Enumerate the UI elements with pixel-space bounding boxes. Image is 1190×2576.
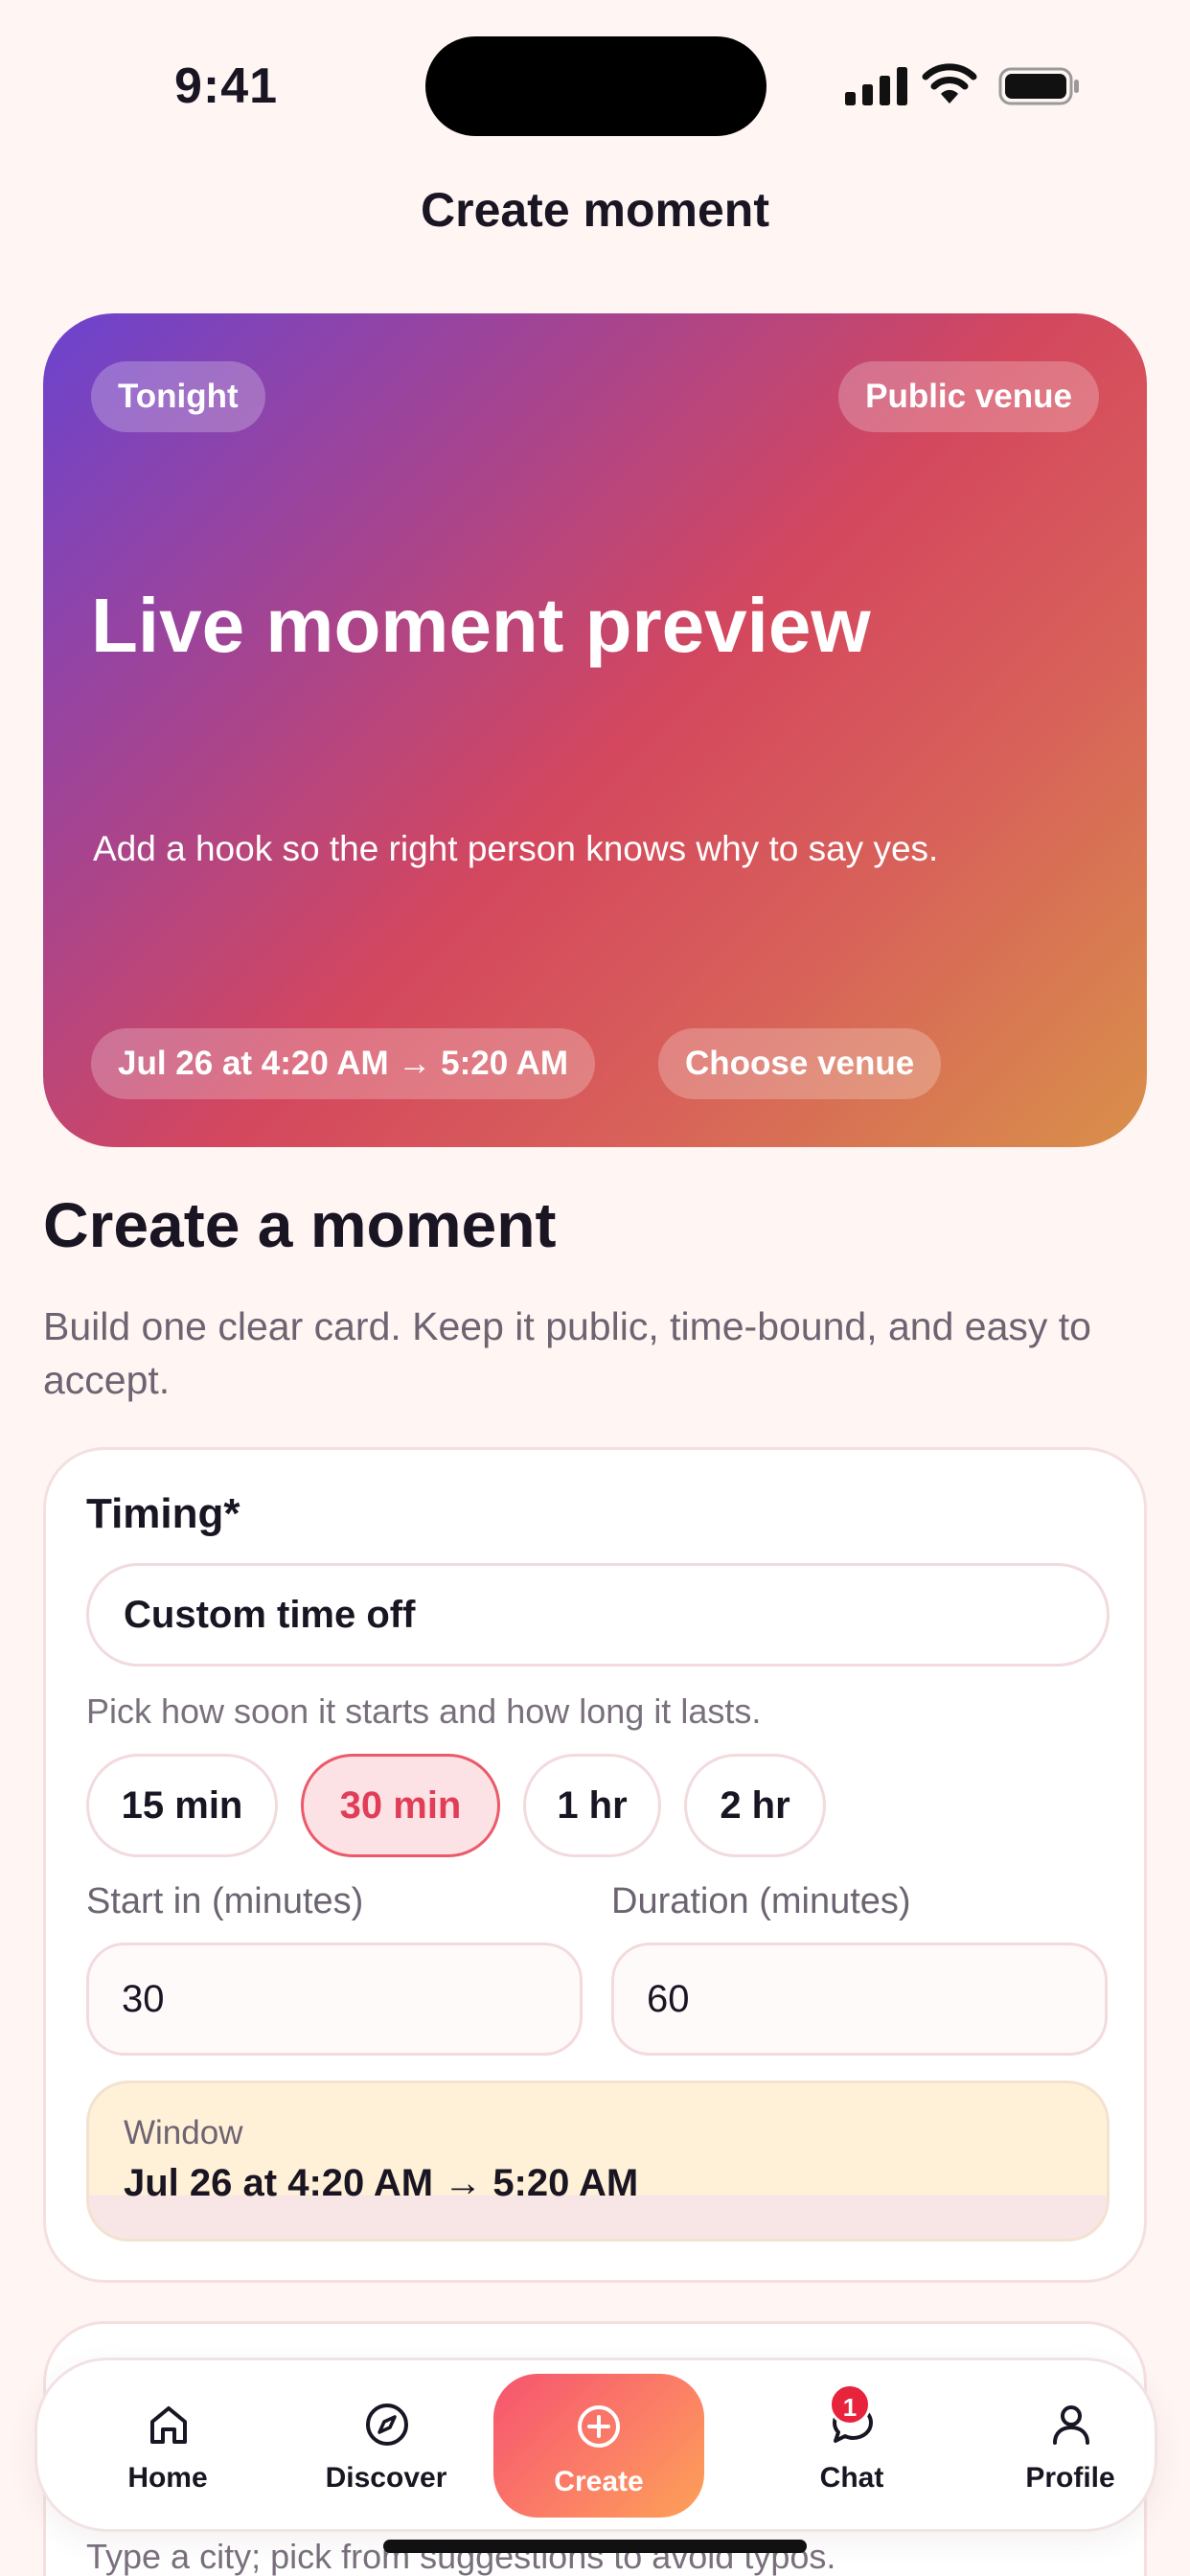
tab-profile-label: Profile [1025,2462,1115,2494]
window-label: Window [124,2114,243,2151]
timing-label: Timing* [86,1490,240,1537]
tab-home-label: Home [127,2462,208,2494]
preset-30-min-button[interactable]: 30 min [301,1754,500,1857]
compass-icon [366,2404,408,2446]
screen: 9:41 Create moment Tonight Public venue … [0,0,1190,2576]
preview-title: Live moment preview [91,583,871,668]
preset-2-hr-button[interactable]: 2 hr [684,1754,826,1857]
tab-home[interactable]: Home [62,2360,273,2535]
status-bar: 9:41 [0,0,1190,172]
battery-icon [998,67,1079,105]
tab-discover-label: Discover [325,2462,447,2494]
preview-venue-chip: Choose venue [658,1028,942,1099]
wifi-icon [922,63,977,104]
tab-create[interactable]: Create [493,2374,704,2518]
preview-subtitle: Add a hook so the right person knows why… [93,829,939,868]
start-in-label: Start in (minutes) [86,1881,364,1921]
timing-hint: Pick how soon it starts and how long it … [86,1691,762,1731]
cellular-signal-icon [845,67,907,105]
home-indicator [383,2540,807,2553]
custom-time-toggle[interactable]: Custom time off [86,1563,1110,1667]
window-value: Jul 26 at 4:20 AM → 5:20 AM [124,2162,639,2204]
moment-preview-card: Tonight Public venue Live moment preview… [43,313,1147,1147]
duration-input[interactable]: 60 [611,1943,1108,2056]
tab-profile[interactable]: Profile [965,2360,1176,2535]
tab-create-label: Create [554,2466,644,2497]
section-title: Create a moment [43,1189,557,1260]
page-title: Create moment [421,183,769,237]
time-window-summary: Window Jul 26 at 4:20 AM → 5:20 AM [86,2081,1110,2242]
preview-window-chip: Jul 26 at 4:20 AM → 5:20 AM [91,1028,596,1099]
duration-label: Duration (minutes) [611,1881,911,1921]
tab-chat-label: Chat [819,2462,884,2494]
preset-1-hr-button[interactable]: 1 hr [523,1754,661,1857]
preview-time-chip: Tonight [91,361,265,432]
home-icon [150,2406,187,2444]
start-in-input[interactable]: 30 [86,1943,583,2056]
plus-circle-icon [578,2405,620,2448]
tab-discover[interactable]: Discover [281,2360,492,2535]
chat-unread-badge: 1 [829,2383,871,2426]
preset-15-min-button[interactable]: 15 min [86,1754,278,1857]
person-icon [1053,2405,1089,2445]
status-time: 9:41 [174,58,279,114]
bottom-tab-bar: Home Discover Create Chat 1 Profile [34,2358,1157,2532]
section-description: Build one clear card. Keep it public, ti… [43,1304,1091,1402]
timing-card: Timing* Custom time off Pick how soon it… [43,1447,1147,2283]
dynamic-island [425,36,767,136]
preview-venue-type-chip: Public venue [838,361,1099,432]
